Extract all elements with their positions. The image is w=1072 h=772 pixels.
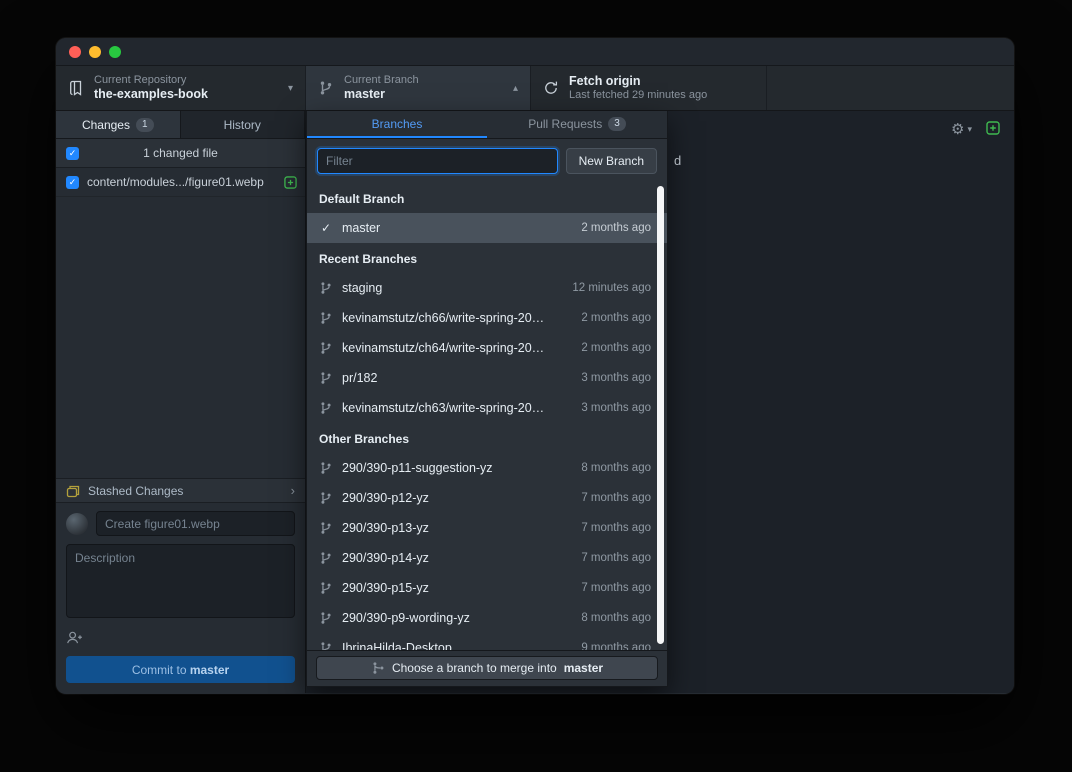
branch-row[interactable]: staging 12 minutes ago (307, 273, 667, 303)
section-default-branch: Default Branch (307, 183, 667, 213)
branch-row[interactable]: kevinamstutz/ch66/write-spring-20… 2 mon… (307, 303, 667, 333)
commit-description-input[interactable] (66, 544, 295, 618)
stashed-changes-label: Stashed Changes (88, 484, 183, 498)
git-merge-icon (371, 661, 385, 675)
scrollbar-thumb[interactable] (657, 186, 664, 644)
file-list-empty-area (56, 197, 305, 478)
select-all-checkbox[interactable]: ✓ (66, 147, 79, 160)
check-icon: ✓ (319, 221, 333, 235)
current-branch-value: master (344, 87, 503, 102)
git-branch-icon (319, 371, 333, 385)
current-repository-button[interactable]: Current Repository the-examples-book ▾ (56, 66, 306, 110)
obscured-text-fragment: d (674, 153, 681, 168)
fetch-origin-label: Fetch origin (569, 74, 754, 89)
git-branch-icon (319, 641, 333, 650)
git-branch-icon (319, 401, 333, 415)
tab-changes[interactable]: Changes 1 (56, 111, 181, 138)
minimize-button[interactable] (89, 46, 101, 58)
changes-summary-row[interactable]: ✓ 1 changed file (56, 139, 305, 168)
changes-count-badge: 1 (136, 118, 154, 132)
git-branch-icon (319, 311, 333, 325)
current-repository-label: Current Repository (94, 74, 278, 87)
branch-row[interactable]: 290/390-p14-yz 7 months ago (307, 543, 667, 573)
tab-history-label: History (224, 118, 261, 132)
git-branch-icon (319, 551, 333, 565)
section-recent-branches: Recent Branches (307, 243, 667, 273)
branch-dropdown-tabs: Branches Pull Requests 3 (307, 111, 667, 139)
add-coauthor-icon[interactable] (66, 630, 83, 645)
tab-changes-label: Changes (82, 118, 130, 132)
current-branch-button[interactable]: Current Branch master ▴ (306, 66, 531, 110)
branch-row[interactable]: 290/390-p12-yz 7 months ago (307, 483, 667, 513)
file-row[interactable]: ✓ content/modules.../figure01.webp (56, 168, 305, 197)
chevron-down-icon: ▾ (288, 83, 293, 94)
fetch-origin-status: Last fetched 29 minutes ago (569, 89, 754, 102)
filter-input[interactable] (317, 148, 558, 174)
chevron-down-icon: ▾ (967, 124, 972, 135)
diff-added-icon[interactable] (986, 121, 1000, 135)
branch-list: Default Branch ✓ master 2 months ago Rec… (307, 183, 667, 650)
branch-row[interactable]: 290/390-p13-yz 7 months ago (307, 513, 667, 543)
diff-added-icon (284, 176, 297, 189)
gear-icon: ⚙ (951, 120, 964, 138)
branch-row[interactable]: pr/182 3 months ago (307, 363, 667, 393)
titlebar[interactable] (56, 38, 1014, 66)
current-branch-label: Current Branch (344, 74, 503, 87)
tab-history[interactable]: History (181, 111, 306, 138)
sync-icon (543, 80, 559, 96)
commit-button[interactable]: Commit to master (66, 656, 295, 683)
current-repository-value: the-examples-book (94, 87, 278, 102)
branch-row[interactable]: 290/390-p15-yz 7 months ago (307, 573, 667, 603)
close-button[interactable] (69, 46, 81, 58)
git-branch-icon (319, 491, 333, 505)
file-name: content/modules.../figure01.webp (87, 175, 276, 189)
section-other-branches: Other Branches (307, 423, 667, 453)
toolbar-spacer (767, 66, 1014, 110)
tab-pull-requests[interactable]: Pull Requests 3 (487, 111, 667, 138)
content: Changes 1 History ✓ 1 changed file ✓ con… (56, 111, 1014, 693)
sidebar: Changes 1 History ✓ 1 changed file ✓ con… (56, 111, 306, 693)
branch-row[interactable]: kevinamstutz/ch63/write-spring-20… 3 mon… (307, 393, 667, 423)
branch-row[interactable]: 290/390-p11-suggestion-yz 8 months ago (307, 453, 667, 483)
branch-row[interactable]: IbrinaHilda-Desktop 9 months ago (307, 633, 667, 650)
new-branch-button[interactable]: New Branch (566, 148, 657, 174)
history-settings-button[interactable]: ⚙ ▾ (951, 120, 972, 138)
git-branch-icon (319, 581, 333, 595)
fetch-origin-button[interactable]: Fetch origin Last fetched 29 minutes ago (531, 66, 767, 110)
chevron-up-icon: ▴ (513, 83, 518, 94)
avatar (66, 513, 88, 535)
merge-branch-button[interactable]: Choose a branch to merge into master (316, 656, 658, 680)
changes-summary-label: 1 changed file (143, 146, 218, 160)
branch-row-master[interactable]: ✓ master 2 months ago (307, 213, 667, 243)
repo-icon (68, 80, 84, 96)
traffic-lights (69, 46, 121, 58)
app-window: Current Repository the-examples-book ▾ C… (56, 38, 1014, 694)
file-checkbox[interactable]: ✓ (66, 176, 79, 189)
tab-branches[interactable]: Branches (307, 111, 487, 138)
git-branch-icon (319, 521, 333, 535)
sidebar-tabs: Changes 1 History (56, 111, 305, 139)
branch-row[interactable]: 290/390-p9-wording-yz 8 months ago (307, 603, 667, 633)
stash-icon (66, 484, 80, 498)
chevron-right-icon: › (291, 483, 295, 498)
git-branch-icon (319, 281, 333, 295)
git-branch-icon (318, 80, 334, 96)
git-branch-icon (319, 341, 333, 355)
commit-form: Commit to master (56, 503, 305, 693)
commit-summary-input[interactable] (96, 511, 295, 536)
branch-row[interactable]: kevinamstutz/ch64/write-spring-20… 2 mon… (307, 333, 667, 363)
branch-dropdown: Branches Pull Requests 3 New Branch Defa… (306, 111, 668, 687)
git-branch-icon (319, 461, 333, 475)
pull-requests-badge: 3 (608, 117, 626, 131)
toolbar: Current Repository the-examples-book ▾ C… (56, 66, 1014, 111)
zoom-button[interactable] (109, 46, 121, 58)
stashed-changes-row[interactable]: Stashed Changes › (56, 478, 305, 503)
git-branch-icon (319, 611, 333, 625)
